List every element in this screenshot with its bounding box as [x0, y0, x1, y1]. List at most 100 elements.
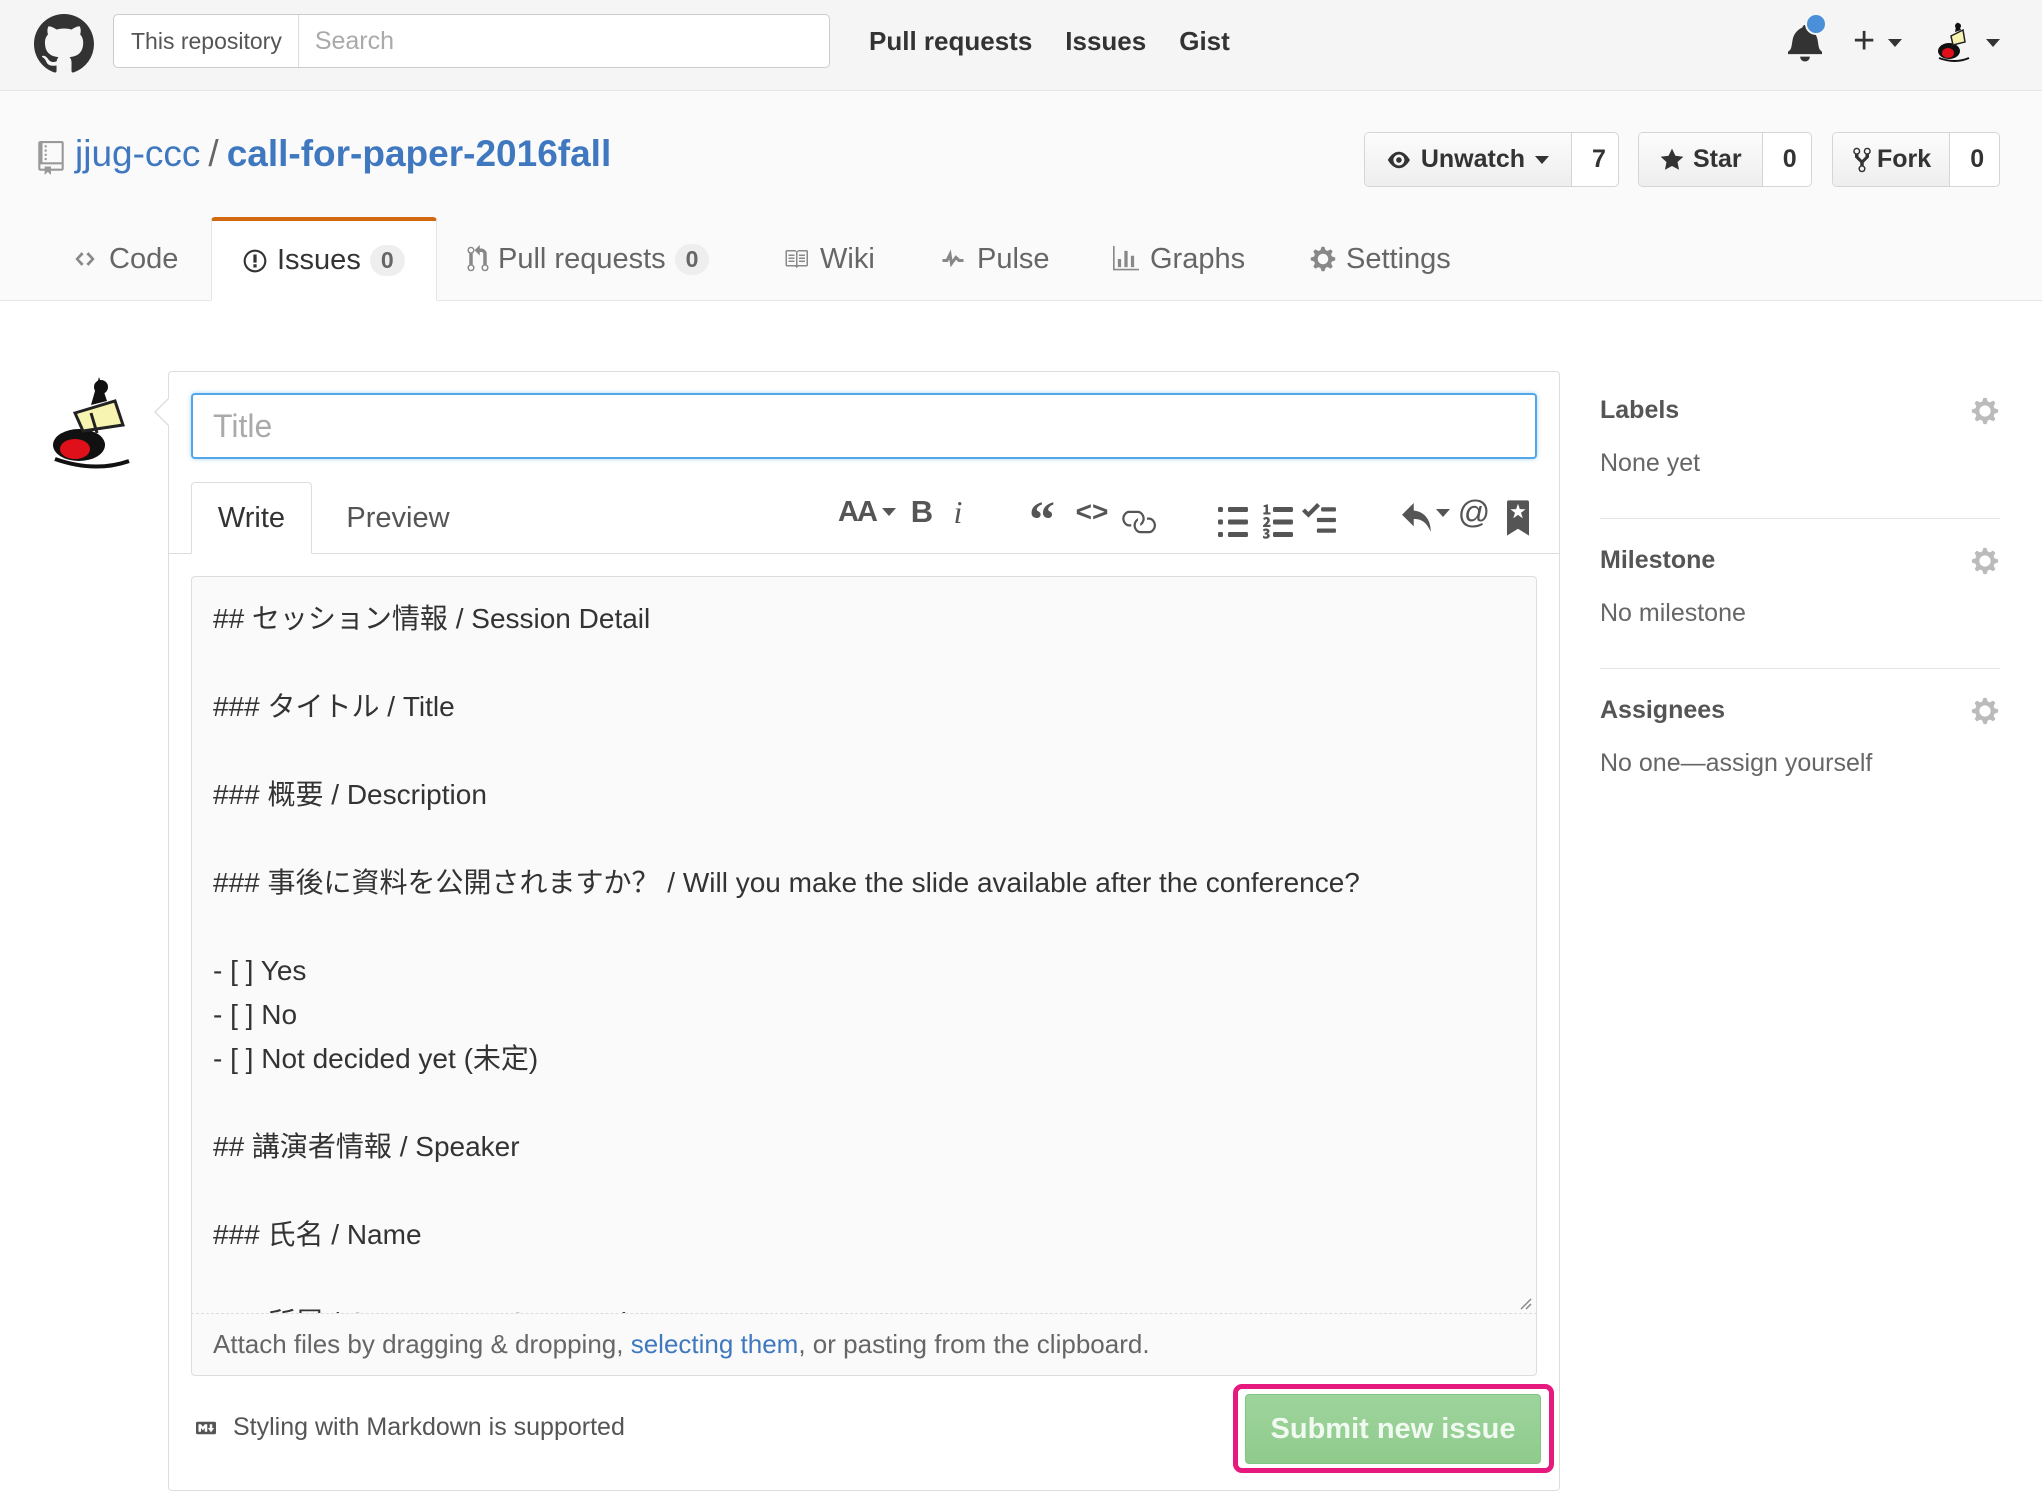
pull-requests-counter: 0	[674, 243, 710, 275]
unwatch-button[interactable]: Unwatch	[1365, 133, 1572, 186]
repo-name-link[interactable]: call-for-paper-2016fall	[227, 133, 612, 174]
ordered-list-icon[interactable]	[1263, 497, 1293, 547]
star-button[interactable]: Star	[1639, 133, 1763, 186]
assignees-heading: Assignees	[1600, 696, 1726, 724]
issue-title-input[interactable]	[191, 393, 1537, 459]
bold-icon[interactable]: B	[907, 487, 937, 537]
resize-handle-icon[interactable]	[1518, 1296, 1532, 1310]
header-text-icon[interactable]: AA	[838, 487, 896, 537]
tab-pull-requests[interactable]: Pull requests 0	[467, 217, 710, 301]
tab-graphs[interactable]: Graphs	[1111, 217, 1245, 301]
nav-issues[interactable]: Issues	[1065, 26, 1146, 57]
markdown-note-text[interactable]: Styling with Markdown is supported	[233, 1413, 625, 1442]
chevron-down-icon[interactable]	[1888, 39, 1902, 47]
pull-request-icon	[467, 245, 489, 272]
search-scope-label[interactable]: This repository	[114, 15, 299, 67]
compose-pointer-inner	[156, 399, 169, 425]
chevron-down-icon	[881, 508, 896, 516]
github-logo-icon[interactable]	[34, 14, 94, 74]
pulse-icon	[942, 249, 964, 268]
fork-button[interactable]: Fork	[1833, 133, 1951, 186]
eye-icon	[1387, 151, 1410, 168]
gear-icon[interactable]	[1970, 396, 2000, 426]
watchers-count[interactable]: 7	[1572, 133, 1626, 186]
tab-settings[interactable]: Settings	[1309, 217, 1451, 301]
stargazers-count[interactable]: 0	[1763, 133, 1817, 186]
labels-heading: Labels	[1600, 396, 1680, 424]
tab-code[interactable]: Code	[70, 217, 178, 301]
sidebar-assignees: Assignees No one—assign yourself	[1600, 696, 2000, 806]
code-icon[interactable]: <>	[1075, 487, 1109, 537]
select-files-link[interactable]: selecting them	[631, 1329, 799, 1360]
sidebar-milestone: Milestone No milestone	[1600, 546, 2000, 656]
header-text-glyph: AA	[838, 495, 878, 528]
chevron-down-icon[interactable]	[1986, 39, 2000, 47]
sidebar-labels: Labels None yet	[1600, 396, 2000, 506]
nav-pull-requests[interactable]: Pull requests	[869, 26, 1032, 57]
sidebar-divider	[1600, 518, 2000, 519]
markdown-note: Styling with Markdown is supported	[191, 1413, 625, 1442]
attach-text-prefix: Attach files by dragging & dropping,	[213, 1329, 631, 1359]
tab-graphs-label: Graphs	[1150, 242, 1246, 275]
link-icon[interactable]	[1120, 497, 1156, 547]
path-separator: /	[208, 133, 219, 174]
attach-text-suffix: , or pasting from the clipboard.	[798, 1329, 1150, 1359]
unwatch-label: Unwatch	[1420, 145, 1525, 173]
gear-icon[interactable]	[1970, 546, 2000, 576]
reply-icon[interactable]	[1401, 495, 1435, 545]
mention-icon[interactable]: @	[1458, 487, 1490, 537]
tab-issues-label: Issues	[277, 244, 361, 276]
tab-pulse-label: Pulse	[977, 242, 1050, 275]
top-header: This repository Pull requests Issues Gis…	[0, 0, 2042, 91]
plus-icon[interactable]: +	[1853, 18, 1875, 64]
tab-wiki-label: Wiki	[820, 242, 875, 275]
avatar	[53, 377, 130, 469]
star-button-group: Star 0	[1638, 132, 1812, 187]
submit-new-issue-button[interactable]: Submit new issue	[1245, 1394, 1541, 1464]
code-icon	[75, 252, 95, 266]
labels-value: None yet	[1600, 449, 1701, 477]
italic-icon[interactable]: i	[946, 487, 970, 537]
markdown-icon[interactable]	[191, 1418, 221, 1438]
milestone-value: No milestone	[1600, 599, 1746, 627]
quote-icon[interactable]: “	[1026, 487, 1058, 549]
tab-wiki[interactable]: Wiki	[781, 217, 875, 301]
issue-body-text: ## セッション情報 / Session Detail ### タイトル / T…	[213, 603, 1360, 1314]
fork-icon	[1853, 147, 1871, 172]
repo-title: jjug-ccc / call-for-paper-2016fall	[75, 133, 611, 175]
bookmark-icon[interactable]	[1507, 493, 1529, 543]
file-attach-bar[interactable]: Attach files by dragging & dropping, sel…	[191, 1313, 1537, 1376]
chevron-down-icon	[1535, 155, 1549, 164]
notification-indicator	[1805, 13, 1827, 35]
tab-code-label: Code	[109, 242, 179, 275]
assignees-value[interactable]: No one—assign yourself	[1600, 749, 1872, 778]
star-icon	[1660, 148, 1684, 170]
issue-icon	[243, 249, 267, 272]
header-nav: Pull requests Issues Gist	[869, 26, 1230, 57]
star-label: Star	[1693, 145, 1742, 173]
task-list-icon[interactable]	[1302, 495, 1336, 545]
milestone-heading: Milestone	[1600, 546, 1716, 574]
forks-count[interactable]: 0	[1950, 133, 2004, 186]
gear-icon[interactable]	[1970, 696, 2000, 726]
gear-icon	[1310, 246, 1336, 272]
watch-button-group: Unwatch 7	[1364, 132, 1619, 187]
repo-header: jjug-ccc / call-for-paper-2016fall Unwatch…	[0, 91, 2042, 301]
write-tab[interactable]: Write	[191, 482, 312, 554]
fork-label: Fork	[1877, 145, 1932, 173]
repo-icon	[38, 141, 64, 175]
chevron-down-icon[interactable]	[1436, 509, 1450, 517]
issue-body-textarea[interactable]: ## セッション情報 / Session Detail ### タイトル / T…	[191, 576, 1537, 1314]
issues-counter: 0	[369, 245, 405, 276]
tab-settings-label: Settings	[1346, 242, 1451, 275]
tab-pulse[interactable]: Pulse	[938, 217, 1050, 301]
search-input[interactable]	[298, 25, 829, 57]
graph-icon	[1113, 246, 1139, 271]
preview-tab[interactable]: Preview	[330, 482, 466, 554]
unordered-list-icon[interactable]	[1218, 497, 1248, 547]
tab-pull-requests-label: Pull requests	[498, 242, 666, 275]
avatar[interactable]	[1935, 18, 1975, 64]
nav-gist[interactable]: Gist	[1179, 26, 1230, 57]
repo-owner-link[interactable]: jjug-ccc	[75, 133, 200, 174]
tab-issues[interactable]: Issues 0	[211, 217, 437, 301]
